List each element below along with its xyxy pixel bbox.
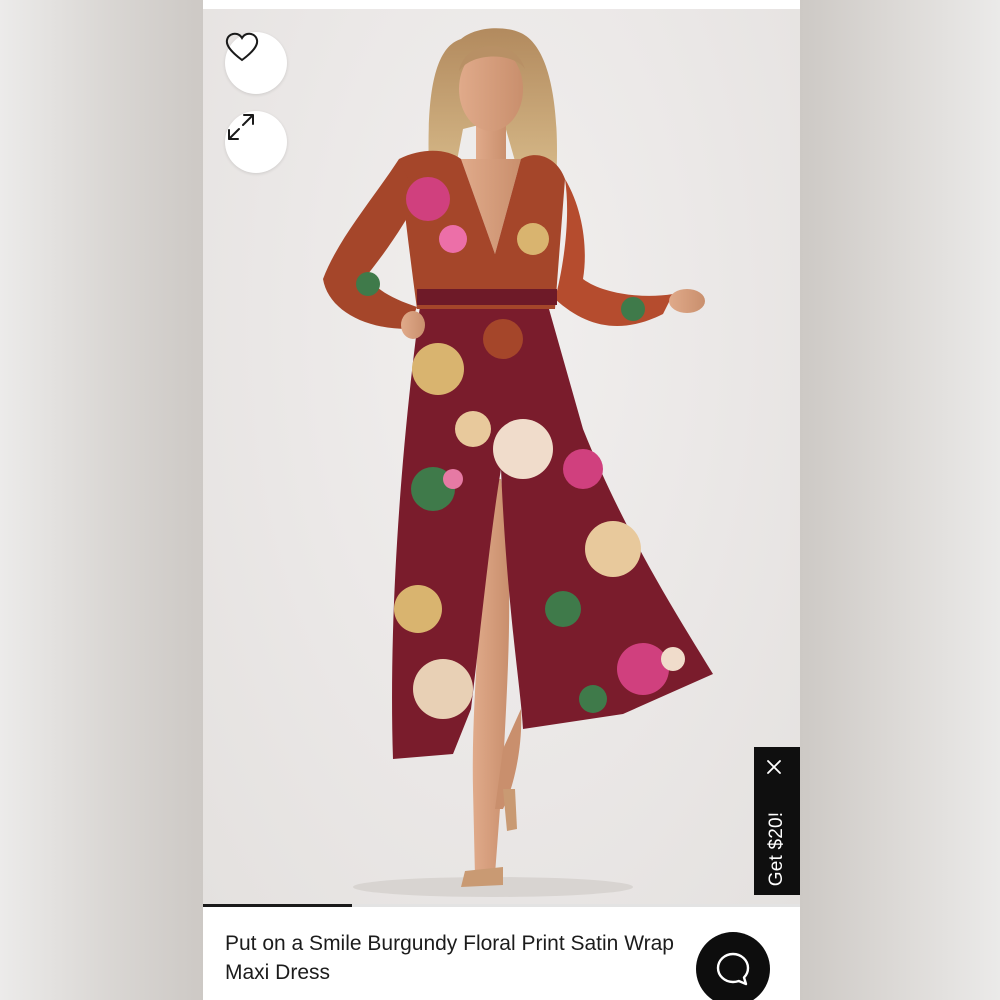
- left-sleeve: [323, 159, 417, 329]
- top-strip: [203, 0, 800, 9]
- chat-bubble-icon: [716, 952, 750, 986]
- dress-illustration: [323, 28, 713, 897]
- gallery-progress: [203, 904, 800, 907]
- shoe: [461, 867, 503, 887]
- heart-icon: [225, 32, 259, 62]
- chat-button[interactable]: [696, 932, 770, 1000]
- product-screen: Get $20! Put on a Smile Burgundy Floral …: [203, 0, 800, 1000]
- background-left-blur: [0, 0, 203, 1000]
- promo-label: Get $20!: [766, 811, 787, 887]
- expand-icon: [228, 114, 254, 140]
- close-icon: [767, 760, 781, 774]
- promo-close-button[interactable]: [766, 759, 788, 781]
- wishlist-button[interactable]: [225, 32, 287, 94]
- product-image[interactable]: Get $20!: [203, 9, 800, 904]
- expand-image-button[interactable]: [225, 111, 287, 173]
- promo-tab[interactable]: Get $20!: [754, 747, 800, 895]
- dress-belt: [417, 289, 557, 305]
- product-title: Put on a Smile Burgundy Floral Print Sat…: [225, 932, 674, 984]
- gallery-progress-fill: [203, 904, 353, 907]
- right-sleeve: [555, 179, 673, 326]
- background-right-blur: [800, 0, 1000, 1000]
